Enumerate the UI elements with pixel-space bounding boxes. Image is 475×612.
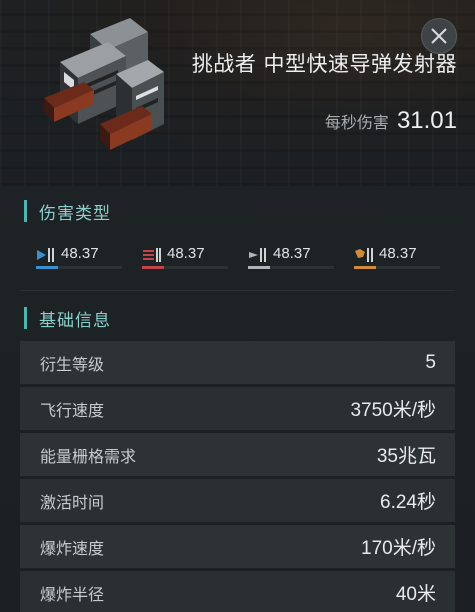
stats-list: 衍生等级 5 飞行速度 3750米/秒 能量栅格需求 35兆瓦 激活时间 6.2… [0,341,475,612]
damage-bar-fill [354,266,376,269]
damage-value: 48.37 [379,245,417,262]
stat-label: 激活时间 [40,492,105,512]
stat-row-explosion-radius: 爆炸半径 40米 [20,571,455,612]
damage-bar-fill [36,266,58,269]
stat-row-flight-velocity: 飞行速度 3750米/秒 [20,387,455,430]
damage-bar-fill [248,266,270,269]
close-button[interactable] [421,18,457,54]
stat-value: 40米 [395,584,436,605]
damage-bar [354,266,440,269]
damage-section-title: 伤害类型 [39,203,111,224]
stat-row-meta-level: 衍生等级 5 [20,341,455,384]
stat-value: 3750米/秒 [350,400,436,421]
explosive-damage-icon [355,248,373,262]
stat-value: 6.24秒 [380,492,436,513]
stat-value: 35兆瓦 [376,446,436,467]
section-accent-bar [24,200,27,222]
damage-value: 48.37 [61,245,99,262]
stat-label: 能量栅格需求 [40,446,137,466]
dps-value: 31.01 [396,107,457,134]
stat-value: 5 [425,351,436,373]
kinetic-damage-icon [249,248,266,262]
section-accent-bar [24,307,27,329]
module-info-panel: 挑战者 中型快速导弹发射器 每秒伤害 31.01 伤害类型 48.37 48.3… [0,0,475,612]
dps-readout: 每秒伤害 31.01 [325,107,457,135]
damage-types: 48.37 48.37 48.37 48.37 [0,226,475,286]
stat-label: 爆炸速度 [40,538,105,558]
info-section-header: 基础信息 [0,303,475,333]
damage-type-kinetic: 48.37 [248,245,354,278]
stat-label: 飞行速度 [40,400,105,420]
missile-launcher-icon [44,18,164,150]
stat-row-powergrid: 能量栅格需求 35兆瓦 [20,433,455,476]
damage-value: 48.37 [273,245,311,262]
stat-value: 170米/秒 [361,538,436,559]
thermal-damage-icon [143,248,161,262]
stat-row-explosion-velocity: 爆炸速度 170米/秒 [20,525,455,568]
stat-label: 衍生等级 [40,354,105,374]
damage-bar-fill [142,266,164,269]
stat-row-activation-time: 激活时间 6.24秒 [20,479,455,522]
damage-bar [36,266,122,269]
module-title: 挑战者 中型快速导弹发射器 [191,52,457,76]
dps-label: 每秒伤害 [324,113,389,132]
damage-type-explosive: 48.37 [354,245,460,278]
module-header: 挑战者 中型快速导弹发射器 每秒伤害 31.01 [0,0,475,186]
damage-type-em: 48.37 [36,245,142,278]
em-damage-icon [37,248,54,262]
damage-value: 48.37 [167,245,205,262]
divider [20,290,455,291]
damage-bar [248,266,334,269]
close-icon [431,28,447,44]
damage-bar [142,266,228,269]
stat-label: 爆炸半径 [40,584,105,604]
damage-section-header: 伤害类型 [0,196,475,226]
damage-type-thermal: 48.37 [142,245,248,278]
info-section-title: 基础信息 [39,310,111,331]
